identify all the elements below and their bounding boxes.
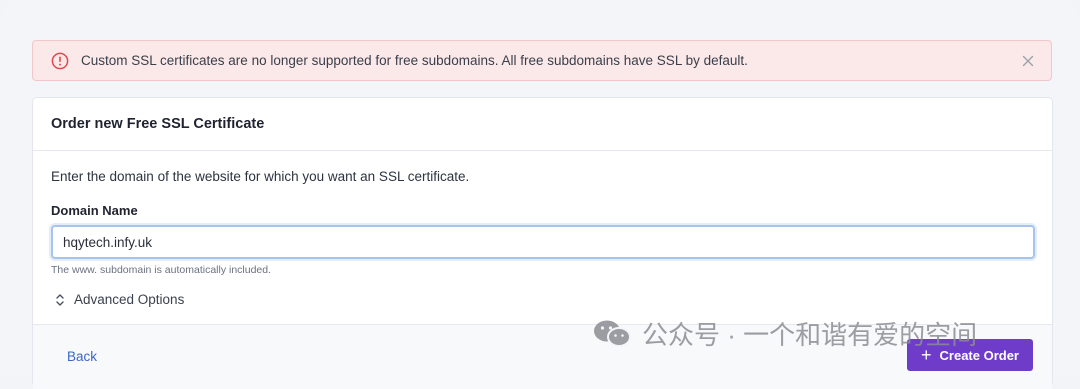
chevron-up-down-icon [55, 293, 67, 307]
card-title: Order new Free SSL Certificate [33, 98, 1052, 151]
card-description: Enter the domain of the website for whic… [51, 169, 470, 184]
page-frame: Custom SSL certificates are no longer su… [0, 0, 1080, 389]
alert-circle-icon [51, 52, 69, 70]
domain-name-label: Domain Name [51, 203, 138, 218]
advanced-options-label: Advanced Options [74, 292, 185, 307]
alert-message: Custom SSL certificates are no longer su… [81, 53, 748, 68]
close-icon[interactable] [1019, 52, 1037, 70]
ssl-alert-banner: Custom SSL certificates are no longer su… [32, 40, 1052, 81]
watermark: 公众号 · 一个和谐有爱的空间 [592, 315, 977, 352]
advanced-options-toggle[interactable]: Advanced Options [55, 292, 184, 307]
domain-name-input[interactable] [51, 225, 1035, 259]
watermark-text: 公众号 · 一个和谐有爱的空间 [642, 320, 978, 350]
domain-hint: The www. subdomain is automatically incl… [51, 264, 272, 276]
back-link[interactable]: Back [67, 349, 97, 364]
wechat-icon [592, 318, 634, 350]
